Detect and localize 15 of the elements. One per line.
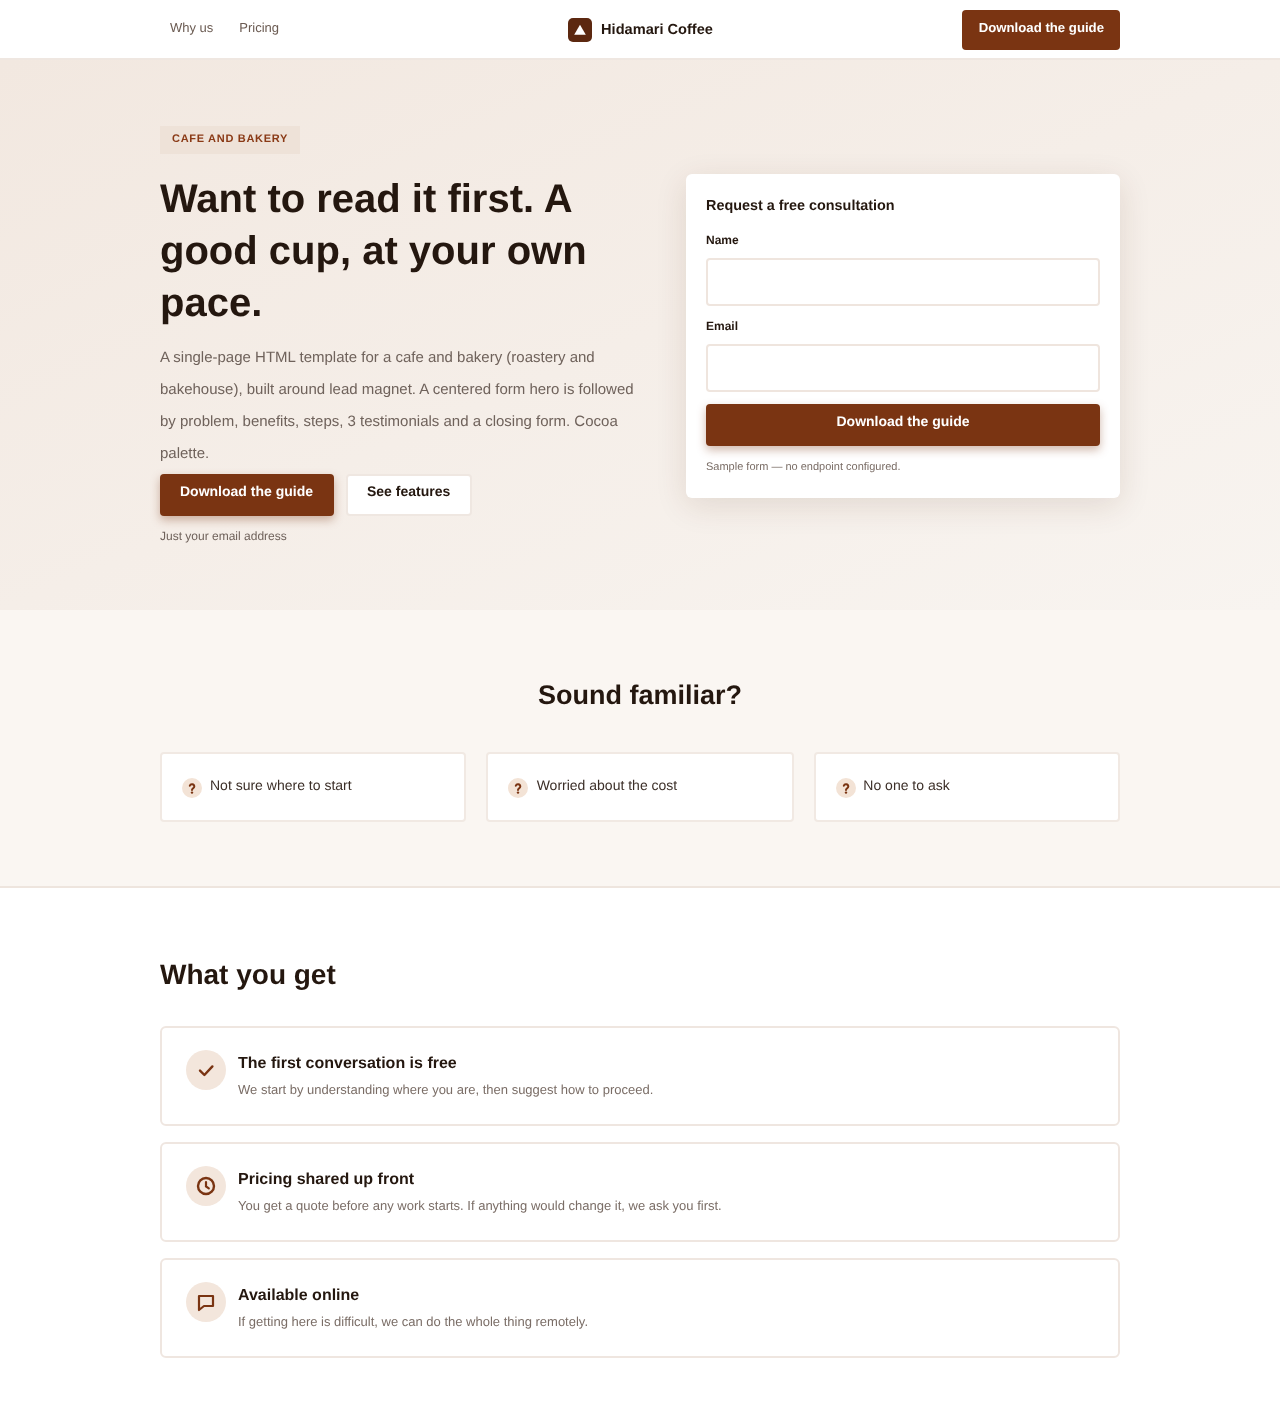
chat-icon [186, 1282, 226, 1322]
question-icon [182, 777, 202, 797]
input-field[interactable] [706, 258, 1100, 306]
hero-heading: Want to read it first. A good cup, at your own pace. [160, 176, 589, 330]
section-heading: What you get [160, 956, 338, 994]
benefit-title: Available online [238, 1284, 362, 1308]
benefit-title: The first conversation is free [238, 1052, 459, 1076]
section-heading: Sound familiar? [535, 678, 744, 714]
check-icon [186, 1050, 226, 1090]
input-field[interactable] [706, 344, 1100, 392]
question-icon [508, 777, 529, 797]
clock-icon [186, 1166, 226, 1206]
benefit-title: Pricing shared up front [238, 1168, 417, 1192]
question-icon [835, 777, 856, 797]
logo-icon [567, 17, 592, 41]
